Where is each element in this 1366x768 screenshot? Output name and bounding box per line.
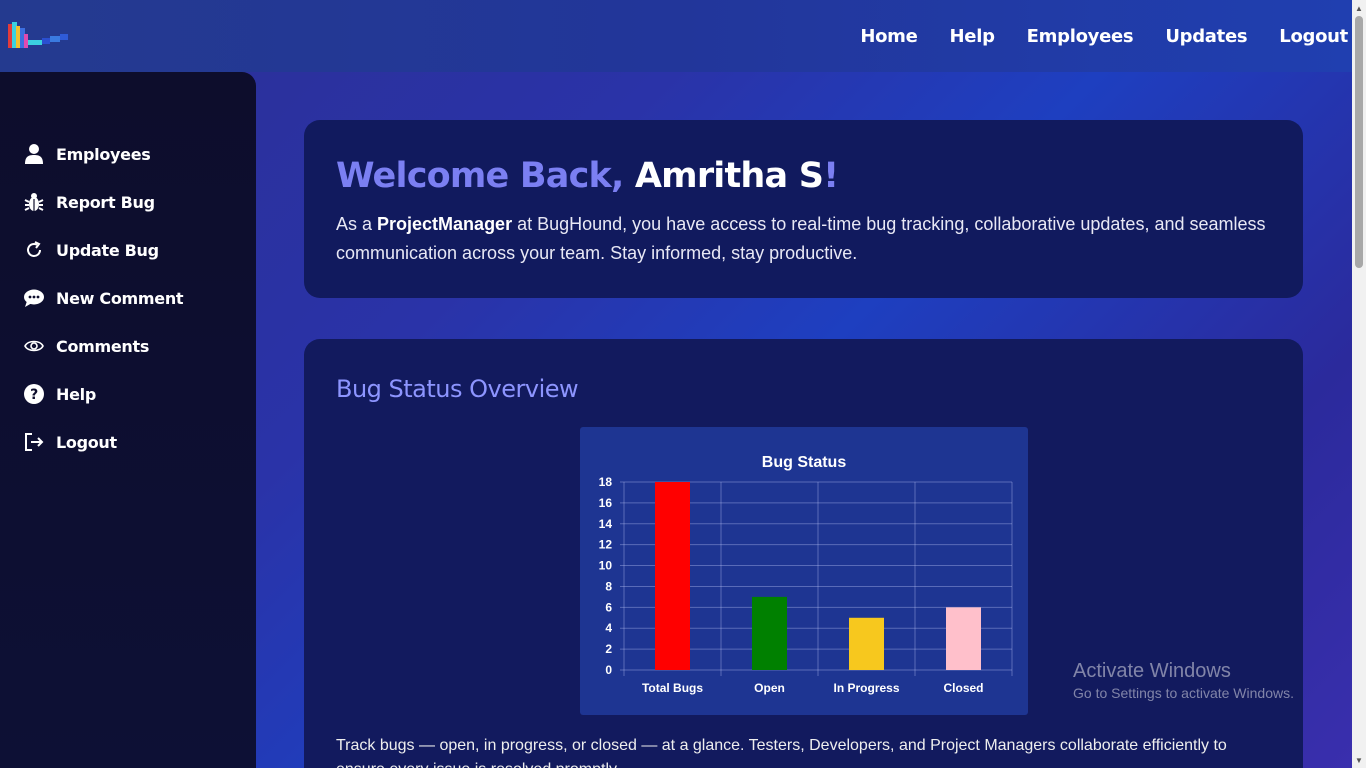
- x-tick-label: Closed: [943, 681, 983, 695]
- sidebar-item-label: Logout: [56, 432, 117, 452]
- scroll-down-arrow-icon[interactable]: ▼: [1355, 756, 1363, 765]
- x-tick-label: Total Bugs: [642, 681, 703, 695]
- sidebar-item-label: Update Bug: [56, 240, 159, 260]
- watermark-line2: Go to Settings to activate Windows.: [1073, 685, 1294, 701]
- refresh-icon: [24, 240, 44, 260]
- y-tick-label: 4: [605, 621, 612, 635]
- welcome-exclaim: !: [823, 156, 839, 196]
- user-icon: [24, 144, 44, 164]
- y-tick-label: 16: [599, 496, 613, 510]
- user-name: Amritha S: [634, 156, 824, 196]
- user-role: ProjectManager: [377, 214, 513, 234]
- sidebar-item-comments[interactable]: Comments: [24, 336, 149, 356]
- nav-help-link[interactable]: Help: [950, 26, 995, 47]
- scroll-up-arrow-icon[interactable]: ▲: [1355, 4, 1363, 13]
- y-tick-label: 6: [605, 600, 612, 614]
- y-tick-label: 12: [599, 538, 613, 552]
- nav-updates-link[interactable]: Updates: [1165, 26, 1247, 47]
- question-icon: ?: [24, 384, 44, 404]
- x-tick-label: Open: [754, 681, 785, 695]
- sidebar-item-label: Report Bug: [56, 192, 155, 212]
- nav-home-link[interactable]: Home: [860, 26, 918, 47]
- nav-logout-link[interactable]: Logout: [1279, 26, 1348, 47]
- sidebar-item-new-comment[interactable]: New Comment: [24, 288, 184, 308]
- y-tick-label: 2: [605, 642, 612, 656]
- welcome-card: Welcome Back, Amritha S! As a ProjectMan…: [304, 120, 1303, 298]
- overview-description: Track bugs — open, in progress, or close…: [336, 737, 1227, 768]
- bar-open: [752, 596, 787, 670]
- y-tick-label: 18: [599, 475, 613, 489]
- sidebar-item-label: Employees: [56, 144, 151, 164]
- y-tick-label: 10: [599, 559, 613, 573]
- welcome-greeting: Welcome Back,: [336, 156, 635, 196]
- y-tick-label: 8: [605, 579, 612, 593]
- y-tick-label: 0: [605, 663, 612, 677]
- logout-icon: [24, 432, 44, 452]
- page-scrollbar[interactable]: ▲ ▼: [1352, 0, 1366, 768]
- bar-total-bugs: [655, 482, 690, 670]
- nav-employees-link[interactable]: Employees: [1027, 26, 1134, 47]
- bug-status-overview-card: Bug Status Overview Bug Status 0 2 4 6 8 10 12 1…: [304, 339, 1303, 768]
- top-navbar: Home Help Employees Updates Logout: [0, 0, 1352, 72]
- chart-title: Bug Status: [762, 454, 847, 471]
- scrollbar-thumb[interactable]: [1355, 16, 1363, 268]
- bughound-logo[interactable]: [6, 18, 72, 54]
- y-tick-label: 14: [599, 517, 613, 531]
- sidebar-item-update-bug[interactable]: Update Bug: [24, 240, 159, 260]
- bug-status-chart: Bug Status 0 2 4 6 8 10 12 14 16 18 Total Bugs Open I…: [599, 454, 1013, 695]
- welcome-text: As a ProjectManager at BugHound, you hav…: [336, 210, 1276, 268]
- sidebar-item-report-bug[interactable]: Report Bug: [24, 192, 155, 212]
- sidebar-item-logout[interactable]: Logout: [24, 432, 117, 452]
- sidebar-item-label: New Comment: [56, 288, 184, 308]
- bar-closed: [946, 607, 981, 670]
- watermark-line1: Activate Windows: [1073, 660, 1231, 682]
- sidebar: Employees Report Bug Update Bug New Comm…: [0, 72, 256, 768]
- windows-activation-watermark: Activate Windows Go to Settings to activ…: [1073, 660, 1294, 701]
- welcome-text-prefix: As a: [336, 214, 378, 234]
- svg-text:?: ?: [30, 387, 38, 403]
- overview-title: Bug Status Overview: [336, 375, 579, 403]
- sidebar-item-label: Help: [56, 384, 96, 404]
- eye-icon: [24, 336, 44, 356]
- top-nav: Home Help Employees Updates Logout: [828, 0, 1348, 72]
- comment-icon: [24, 288, 44, 308]
- bar-in-progress: [849, 617, 884, 670]
- bug-icon: [24, 192, 44, 212]
- bug-status-chart-container: Bug Status 0 2 4 6 8 10 12 14 16 18 Total Bugs Open I…: [580, 427, 1028, 715]
- sidebar-item-label: Comments: [56, 336, 150, 356]
- sidebar-item-help[interactable]: ? Help: [24, 384, 96, 404]
- welcome-heading: Welcome Back, Amritha S!: [336, 156, 839, 196]
- x-tick-label: In Progress: [833, 681, 899, 695]
- sidebar-item-employees[interactable]: Employees: [24, 144, 151, 164]
